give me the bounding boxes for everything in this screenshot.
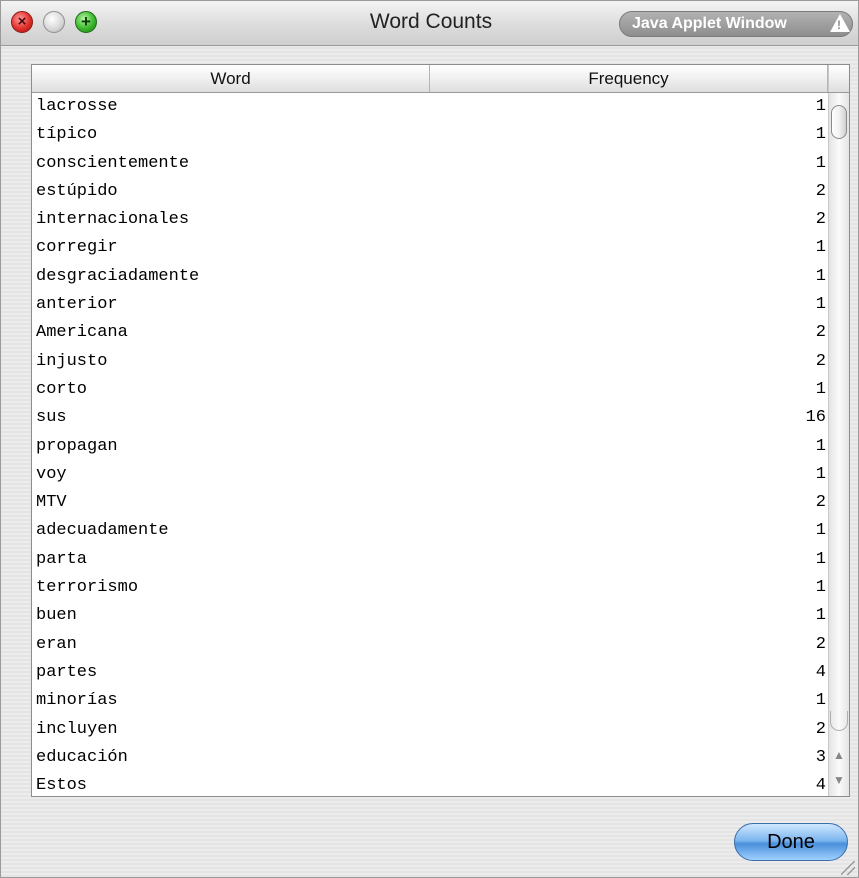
scroll-track-end — [830, 711, 848, 731]
word-cell: incluyen — [36, 719, 118, 739]
table-row[interactable]: partes 4 — [32, 659, 827, 687]
frequency-cell: 1 — [815, 97, 826, 116]
table-row[interactable]: desgraciadamente 1 — [32, 263, 827, 291]
frequency-cell: 2 — [815, 351, 826, 371]
table-row[interactable]: Estos 4 — [32, 772, 827, 796]
word-cell: minorías — [36, 691, 118, 711]
table-row[interactable]: típico 1 — [32, 121, 827, 149]
table-row[interactable]: minorías 1 — [32, 687, 827, 715]
word-cell: corregir — [36, 238, 118, 258]
scroll-down-arrow-icon[interactable]: ▼ — [829, 768, 849, 792]
table-row[interactable]: injusto 2 — [32, 348, 827, 376]
window-title: Word Counts — [369, 10, 493, 33]
frequency-cell: 2 — [815, 634, 826, 654]
table-row[interactable]: terrorismo 1 — [32, 574, 827, 602]
frequency-cell: 1 — [815, 606, 826, 626]
word-cell: adecuadamente — [36, 521, 169, 541]
column-header-word[interactable]: Word — [32, 65, 430, 92]
table-row[interactable]: MTV 2 — [32, 489, 827, 517]
frequency-cell: 1 — [815, 464, 826, 484]
word-cell: desgraciadamente — [36, 266, 200, 286]
minimize-button[interactable] — [43, 11, 65, 33]
word-cell: partes — [36, 662, 98, 682]
header-corner — [828, 65, 850, 92]
frequency-cell: 4 — [815, 776, 826, 796]
word-counts-window: × + Word Counts Java Applet Window ! Wor… — [0, 0, 859, 878]
table-row[interactable]: adecuadamente 1 — [32, 517, 827, 545]
zoom-button[interactable]: + — [75, 11, 97, 33]
table-body: lacrosse 1 típico 1 conscientemente 1 estúpido… — [32, 93, 827, 796]
scroll-thumb[interactable] — [831, 105, 847, 139]
table-row[interactable]: sus 16 — [32, 404, 827, 432]
word-cell: conscientemente — [36, 153, 190, 173]
frequency-cell: 1 — [815, 295, 826, 315]
table-row[interactable]: lacrosse 1 — [32, 93, 827, 121]
table-header: Word Frequency — [32, 65, 849, 93]
frequency-cell: 2 — [815, 323, 826, 343]
frequency-cell: 1 — [815, 691, 826, 711]
frequency-cell: 16 — [805, 408, 826, 428]
table-row[interactable]: parta 1 — [32, 546, 827, 574]
table-row[interactable]: educación 3 — [32, 744, 827, 772]
column-header-frequency[interactable]: Frequency — [430, 65, 828, 92]
word-cell: Americana — [36, 323, 128, 343]
table-row[interactable]: internacionales 2 — [32, 206, 827, 234]
word-cell: injusto — [36, 351, 108, 371]
word-cell: internacionales — [36, 210, 190, 230]
frequency-cell: 1 — [815, 436, 826, 456]
frequency-cell: 1 — [815, 266, 826, 286]
word-cell: eran — [36, 634, 77, 654]
word-cell: típico — [36, 125, 98, 145]
frequency-cell: 1 — [815, 238, 826, 258]
vertical-scrollbar[interactable]: ▲ ▼ — [828, 93, 849, 796]
table-row[interactable]: corregir 1 — [32, 234, 827, 262]
word-cell: parta — [36, 549, 88, 569]
word-cell: educación — [36, 747, 128, 767]
frequency-cell: 3 — [815, 747, 826, 767]
frequency-cell: 1 — [815, 549, 826, 569]
table-row[interactable]: Americana 2 — [32, 319, 827, 347]
table-row[interactable]: propagan 1 — [32, 433, 827, 461]
frequency-cell: 1 — [815, 521, 826, 541]
table-row[interactable]: estúpido 2 — [32, 178, 827, 206]
close-icon: × — [17, 13, 27, 30]
done-button[interactable]: Done — [734, 823, 848, 861]
table-row[interactable]: eran 2 — [32, 631, 827, 659]
word-cell: anterior — [36, 295, 118, 315]
frequency-cell: 1 — [815, 578, 826, 598]
frequency-cell: 1 — [815, 125, 826, 145]
table-row[interactable]: buen 1 — [32, 602, 827, 630]
word-cell: Estos — [36, 776, 88, 796]
table-row[interactable]: incluyen 2 — [32, 716, 827, 744]
word-cell: sus — [36, 408, 67, 428]
word-cell: MTV — [36, 493, 67, 513]
table-row[interactable]: anterior 1 — [32, 291, 827, 319]
frequency-cell: 4 — [815, 662, 826, 682]
applet-badge-label: Java Applet Window — [632, 15, 787, 32]
word-cell: buen — [36, 606, 77, 626]
warning-icon: ! — [830, 14, 850, 32]
table-row[interactable]: voy 1 — [32, 461, 827, 489]
plus-icon: + — [81, 12, 91, 31]
frequency-cell: 1 — [815, 379, 826, 399]
word-cell: corto — [36, 379, 88, 399]
frequency-cell: 2 — [815, 181, 826, 201]
frequency-cell: 2 — [815, 719, 826, 739]
frequency-cell: 2 — [815, 210, 826, 230]
close-button[interactable]: × — [11, 11, 33, 33]
word-cell: terrorismo — [36, 578, 139, 598]
word-cell: lacrosse — [36, 97, 118, 116]
table-row[interactable]: corto 1 — [32, 376, 827, 404]
table-row[interactable]: conscientemente 1 — [32, 150, 827, 178]
word-cell: estúpido — [36, 181, 118, 201]
frequency-cell: 1 — [815, 153, 826, 173]
scroll-up-arrow-icon[interactable]: ▲ — [829, 743, 849, 767]
java-applet-badge: Java Applet Window ! — [619, 11, 853, 37]
word-cell: voy — [36, 464, 67, 484]
frequency-cell: 2 — [815, 493, 826, 513]
word-cell: propagan — [36, 436, 118, 456]
resize-grip[interactable] — [841, 861, 855, 875]
title-bar[interactable]: × + Word Counts Java Applet Window ! — [1, 1, 858, 46]
word-frequency-table: Word Frequency lacrosse 1 típico 1 conscient… — [31, 64, 850, 797]
